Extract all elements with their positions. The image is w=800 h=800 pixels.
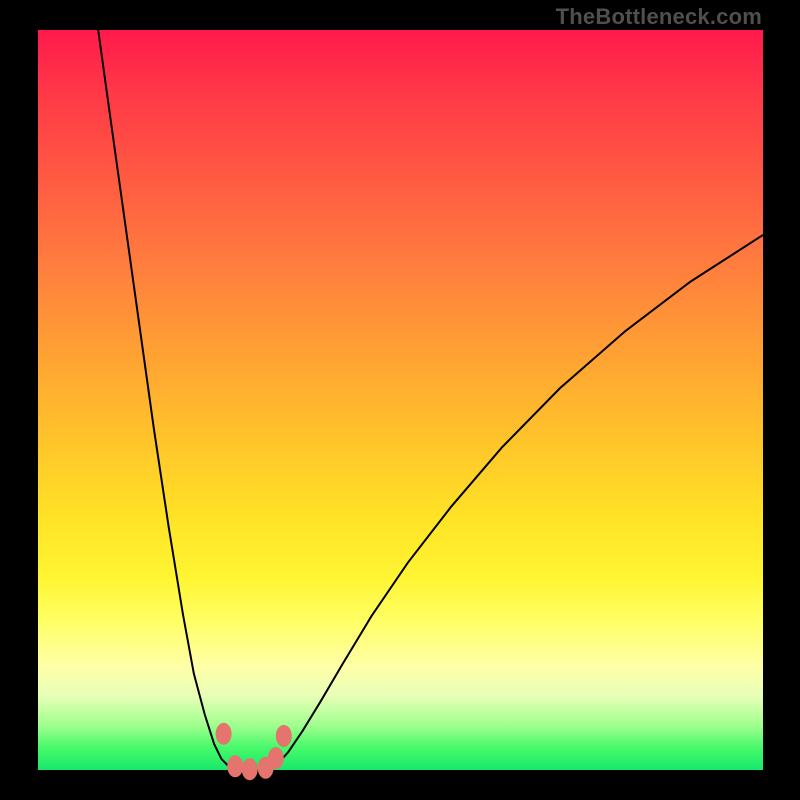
curve-marker bbox=[268, 747, 284, 769]
bottleneck-curve bbox=[38, 30, 763, 770]
curve-markers bbox=[216, 723, 292, 781]
curve-right-branch bbox=[278, 235, 763, 763]
chart-frame: TheBottleneck.com bbox=[0, 0, 800, 800]
curve-marker bbox=[216, 723, 232, 745]
curve-marker bbox=[276, 725, 292, 747]
curve-marker bbox=[242, 758, 258, 780]
curve-marker bbox=[227, 755, 243, 777]
attribution-label: TheBottleneck.com bbox=[556, 4, 762, 30]
plot-area bbox=[38, 30, 763, 770]
curve-left-branch bbox=[98, 30, 232, 769]
